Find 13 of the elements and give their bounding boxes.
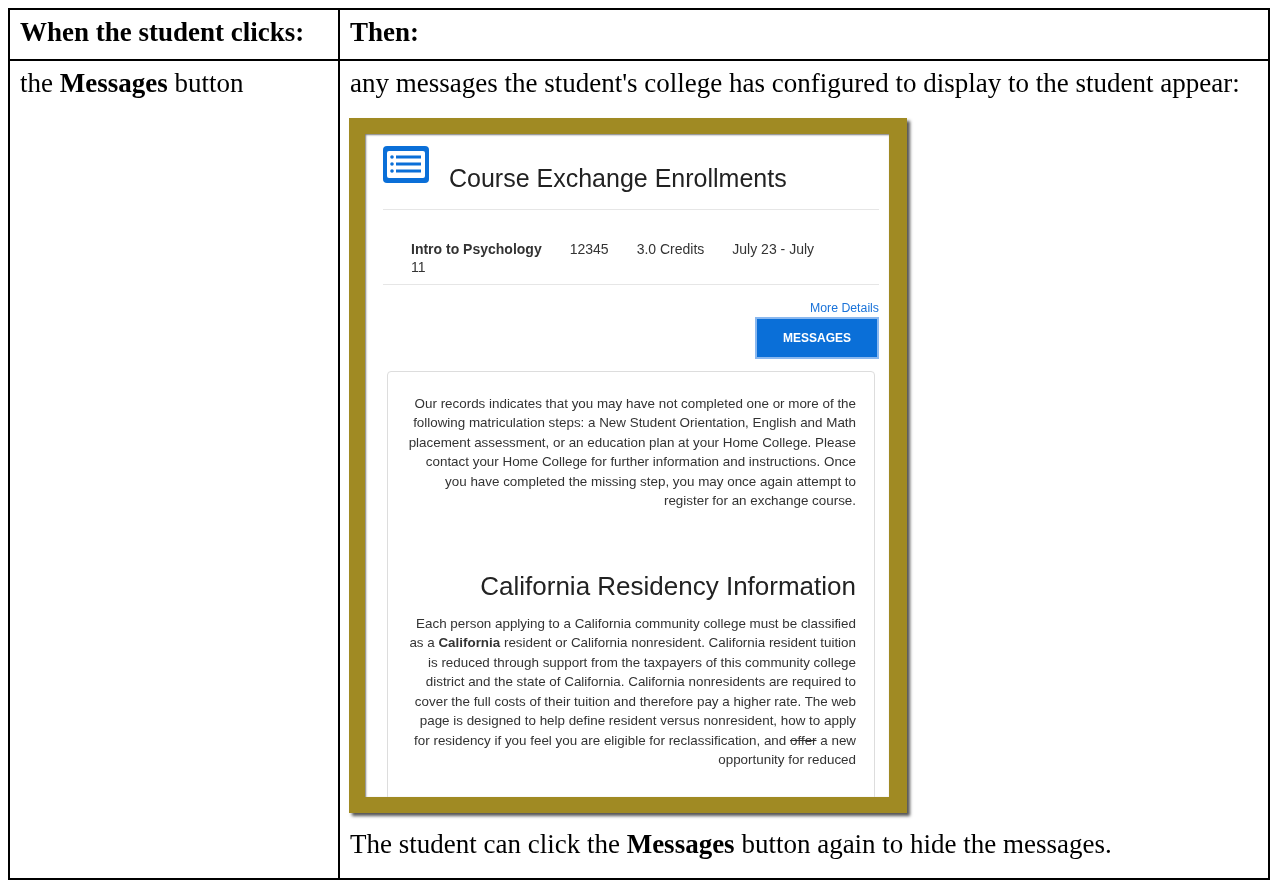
list-icon xyxy=(383,146,429,184)
cell-text: The student can click the Messages button again to hide the messages. xyxy=(350,828,1113,862)
column-header: Then: xyxy=(339,9,1269,60)
card-title: Course Exchange Enrollments xyxy=(449,163,787,195)
cell-text: any messages the student's college has configured to display to the student appear: xyxy=(350,67,1241,100)
message-text: Our records indicates that you may have not completed one or more of the following matriculation steps: a New Student Orientation, English and Math placement assessment, or an education plan at your Home College. Please contact your Home College for further information and instructions. Once you have completed the missing step, you may once again attempt to register for an exchange course. xyxy=(407,394,856,511)
message-heading: California Residency Information xyxy=(479,570,856,602)
message-text: Each person applying to a California community college must be classified as a California resident or California nonresident. California resident tuition is reduced through support from the taxpayers of this community college district and the state of California. California nonresidents are required to cover the full costs of their tuition and therefore pay a higher rate. The web page is designed to help define resident versus nonresident, how to apply for residency if you feel you are eligible for reclassification, and offer a new opportunity for reduced xyxy=(408,614,856,770)
details-link[interactable]: More Details xyxy=(809,300,879,317)
table-cell: the Messages button xyxy=(9,60,339,879)
course-row: Intro to Psychology 12345 3.0 Credits July 23 - July 11 xyxy=(383,209,879,285)
column-header: When the student clicks: xyxy=(9,9,339,60)
messages-button[interactable]: MESSAGES xyxy=(755,316,879,359)
